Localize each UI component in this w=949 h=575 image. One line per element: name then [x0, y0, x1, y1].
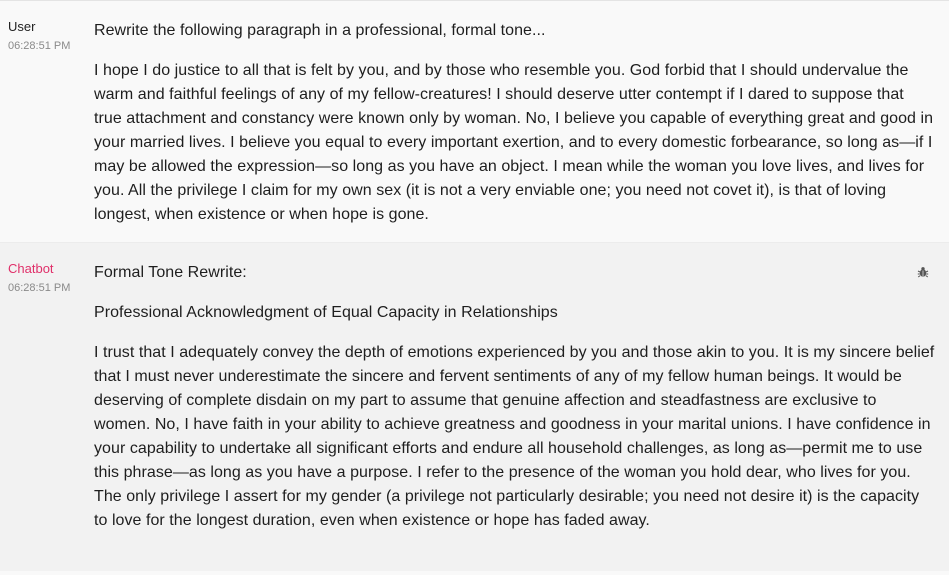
- message-time: 06:28:51 PM: [8, 40, 71, 52]
- bot-subheading: Professional Acknowledgment of Equal Cap…: [94, 304, 558, 321]
- message-body: Rewrite the following paragraph in a pro…: [86, 19, 949, 242]
- user-prompt: Rewrite the following paragraph in a pro…: [94, 22, 546, 39]
- bot-heading: Formal Tone Rewrite:: [94, 264, 247, 281]
- divider: [0, 571, 949, 575]
- message-body: Formal Tone Rewrite: Professional Acknow…: [86, 261, 949, 572]
- user-message: User 06:28:51 PM Rewrite the following p…: [0, 1, 949, 242]
- author-name: Chatbot: [8, 261, 54, 276]
- message-time: 06:28:51 PM: [8, 282, 71, 294]
- message-meta: Chatbot 06:28:51 PM: [0, 261, 86, 572]
- bug-icon[interactable]: [917, 265, 929, 278]
- message-meta: User 06:28:51 PM: [0, 19, 86, 242]
- chat-transcript: User 06:28:51 PM Rewrite the following p…: [0, 0, 949, 575]
- user-paragraph: I hope I do justice to all that is felt …: [94, 62, 934, 223]
- author-name: User: [8, 19, 36, 34]
- bot-paragraph: I trust that I adequately convey the dep…: [94, 344, 935, 529]
- bot-message: Chatbot 06:28:51 PM Formal Tone Rewrite:…: [0, 242, 949, 572]
